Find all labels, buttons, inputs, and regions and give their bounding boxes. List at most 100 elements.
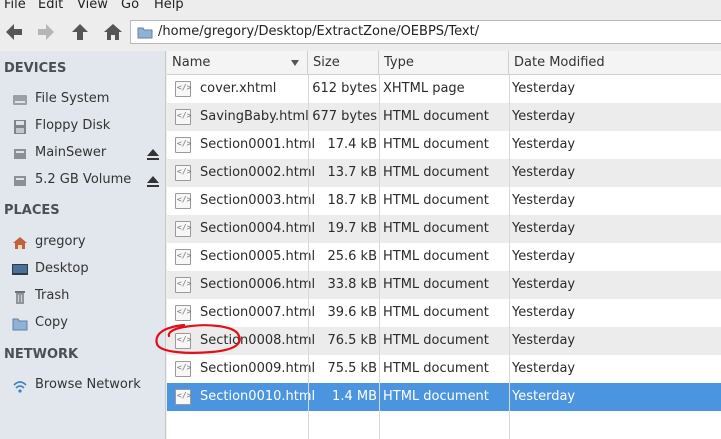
eject-icon[interactable]	[146, 174, 160, 188]
file-date-modified: Yesterday	[512, 81, 576, 96]
table-row[interactable]: </> cover.xhtml 612 bytes XHTML page Yesterd…	[167, 75, 721, 103]
file-name: cover.xhtml	[200, 81, 277, 96]
file-type: XHTML page	[383, 81, 465, 96]
drive-icon	[14, 176, 26, 186]
sidebar-item-label: Copy	[35, 315, 68, 330]
file-size: 1.4 MB	[332, 389, 377, 404]
menu-help[interactable]: Help	[154, 0, 184, 12]
file-date-modified: Yesterday	[512, 333, 576, 348]
html-file-icon: </>	[175, 81, 191, 97]
table-row[interactable]: </> Section0004.html 19.7 kB HTML document Y…	[167, 215, 721, 243]
html-file-icon: </>	[175, 333, 191, 349]
devices-header: DEVICES	[4, 61, 67, 76]
trash-icon	[15, 291, 25, 304]
network-header: NETWORK	[4, 347, 79, 362]
sidebar-item-5-2-gb-volume[interactable]: 5.2 GB Volume	[0, 169, 165, 193]
folder-icon	[137, 27, 153, 39]
table-row[interactable]: </> Section0005.html 25.6 kB HTML document Y…	[167, 243, 721, 271]
file-date-modified: Yesterday	[512, 193, 576, 208]
file-type: HTML document	[383, 361, 489, 376]
location-bar[interactable]: /home/gregory/Desktop/ExtractZone/OEBPS/…	[130, 20, 721, 44]
file-date-modified: Yesterday	[512, 137, 576, 152]
file-size: 13.7 kB	[327, 165, 377, 180]
file-type: HTML document	[383, 389, 489, 404]
sidebar-item-trash[interactable]: Trash	[0, 285, 165, 309]
file-date-modified: Yesterday	[512, 277, 576, 292]
home-button[interactable]	[101, 20, 125, 44]
file-type: HTML document	[383, 249, 489, 264]
file-size: 33.8 kB	[327, 277, 377, 292]
file-name: Section0002.html	[200, 165, 316, 180]
html-file-icon: </>	[175, 277, 191, 293]
menu-view[interactable]: View	[77, 0, 108, 12]
column-header-label: Size	[313, 55, 340, 70]
sidebar-item-file-system[interactable]: File System	[0, 88, 165, 112]
table-row[interactable]: </> Section0009.html 75.5 kB HTML document Y…	[167, 355, 721, 383]
html-file-icon: </>	[175, 165, 191, 181]
sidebar-item-desktop[interactable]: Desktop	[0, 258, 165, 282]
column-divider	[509, 75, 510, 439]
file-name: Section0003.html	[200, 193, 316, 208]
file-name: Section0009.html	[200, 361, 316, 376]
places-header: PLACES	[4, 203, 60, 218]
table-row[interactable]: </> Section0007.html 39.6 kB HTML document Y…	[167, 299, 721, 327]
menu-edit[interactable]: Edit	[38, 0, 63, 12]
table-row[interactable]: </> Section0002.html 13.7 kB HTML document Y…	[167, 159, 721, 187]
drive-icon	[14, 149, 26, 159]
menu-file[interactable]: File	[4, 0, 26, 12]
eject-icon[interactable]	[146, 147, 160, 161]
column-header-type[interactable]: Type	[379, 51, 509, 75]
up-button[interactable]	[68, 20, 92, 44]
home-icon	[13, 237, 27, 249]
file-size: 18.7 kB	[327, 193, 377, 208]
file-date-modified: Yesterday	[512, 389, 576, 404]
sidebar-item-label: MainSewer	[35, 145, 107, 160]
file-type: HTML document	[383, 221, 489, 236]
column-header-date-modified[interactable]: Date Modified	[509, 51, 721, 75]
table-row[interactable]: </> Section0001.html 17.4 kB HTML document Y…	[167, 131, 721, 159]
file-type: HTML document	[383, 193, 489, 208]
file-size: 677 bytes	[312, 109, 377, 124]
table-row[interactable]: </> Section0010.html 1.4 MB HTML document Ye…	[167, 383, 721, 411]
file-date-modified: Yesterday	[512, 249, 576, 264]
file-date-modified: Yesterday	[512, 305, 576, 320]
file-size: 25.6 kB	[327, 249, 377, 264]
menu-go[interactable]: Go	[121, 0, 139, 12]
file-size: 19.7 kB	[327, 221, 377, 236]
html-file-icon: </>	[175, 249, 191, 265]
table-row[interactable]: </> Section0008.html 76.5 kB HTML document Y…	[167, 327, 721, 355]
file-size: 76.5 kB	[327, 333, 377, 348]
back-button[interactable]	[2, 20, 26, 44]
table-row[interactable]: </> SavingBaby.html 677 bytes HTML document…	[167, 103, 721, 131]
html-file-icon: </>	[175, 305, 191, 321]
column-divider	[379, 75, 380, 439]
sidebar-item-label: 5.2 GB Volume	[35, 172, 132, 187]
table-row[interactable]: </> Section0006.html 33.8 kB HTML document Y…	[167, 271, 721, 299]
column-header-label: Type	[384, 55, 414, 70]
floppy-icon	[14, 120, 26, 134]
file-date-modified: Yesterday	[512, 109, 576, 124]
column-header-name[interactable]: Name	[167, 51, 308, 75]
file-type: HTML document	[383, 165, 489, 180]
sidebar-item-floppy-disk[interactable]: Floppy Disk	[0, 115, 165, 139]
sidebar-item-copy[interactable]: Copy	[0, 312, 165, 336]
html-file-icon: </>	[175, 193, 191, 209]
forward-button[interactable]	[34, 20, 58, 44]
sidebar-item-label: Browse Network	[35, 377, 141, 392]
html-file-icon: </>	[175, 389, 191, 405]
file-name: Section0007.html	[200, 305, 316, 320]
desktop-icon	[12, 264, 28, 275]
sidebar-item-browse-network[interactable]: Browse Network	[0, 374, 165, 398]
file-name: Section0008.html	[200, 333, 316, 348]
file-name: Section0005.html	[200, 249, 316, 264]
sidebar-item-label: Desktop	[35, 261, 89, 276]
file-name: Section0001.html	[200, 137, 316, 152]
sort-descending-icon	[291, 60, 299, 66]
column-header-size[interactable]: Size	[308, 51, 379, 75]
network-icon	[13, 381, 27, 393]
sidebar-item-mainsewer[interactable]: MainSewer	[0, 142, 165, 166]
sidebar-item-gregory[interactable]: gregory	[0, 231, 165, 255]
file-type: HTML document	[383, 137, 489, 152]
arrow-right-icon	[38, 24, 54, 40]
table-row[interactable]: </> Section0003.html 18.7 kB HTML document Y…	[167, 187, 721, 215]
